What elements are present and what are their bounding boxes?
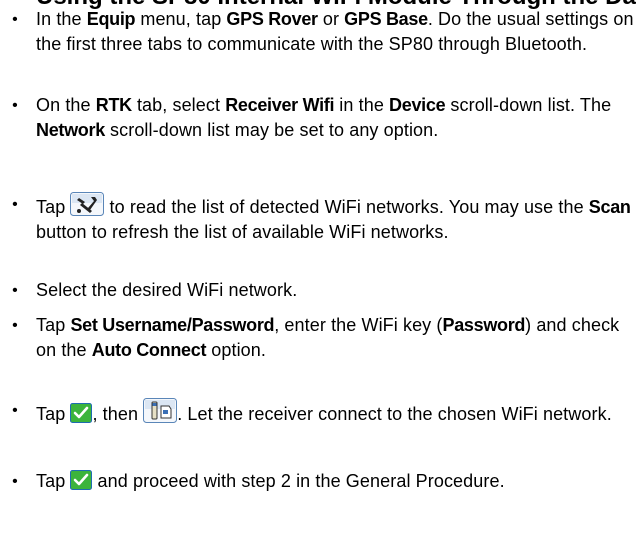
bullet-icon: •	[12, 282, 18, 299]
list-item: • In the Equip menu, tap GPS Rover or GP…	[0, 7, 636, 57]
list-item: • Tap , then . Let the receiver connect …	[0, 398, 636, 427]
green-checkmark-icon[interactable]	[70, 403, 93, 423]
list-item: • Select the desired WiFi network.	[0, 278, 636, 303]
list-item-text: In the Equip menu, tap GPS Rover or GPS …	[36, 9, 634, 54]
list-item: • Tap Set Username/Password, enter the W…	[0, 313, 636, 363]
green-checkmark-icon[interactable]	[70, 470, 93, 490]
receiver-connect-icon[interactable]	[143, 398, 178, 423]
document-page: Using the SP80 Internal WiFi Module Thro…	[0, 0, 636, 549]
list-item: • Tap and proceed with step 2 in the Gen…	[0, 469, 636, 494]
list-item-text: Tap to read the list of detected WiFi ne…	[36, 192, 636, 245]
bullet-icon: •	[12, 11, 18, 28]
list-item: • Tap to read the list of detected WiFi …	[0, 192, 636, 245]
list-item-text: On the RTK tab, select Receiver Wifi in …	[36, 95, 612, 140]
list-item-text: Tap , then . Let the receiver connect to…	[36, 398, 636, 427]
bullet-icon: •	[12, 97, 18, 114]
bullet-icon: •	[12, 317, 18, 334]
bullet-icon: •	[12, 402, 18, 419]
bullet-icon: •	[12, 196, 18, 213]
list-item-text: Tap and proceed with step 2 in the Gener…	[36, 470, 505, 491]
list-item-text: Tap Set Username/Password, enter the WiF…	[36, 315, 620, 360]
list-item: • On the RTK tab, select Receiver Wifi i…	[0, 93, 636, 143]
bullet-icon: •	[12, 473, 18, 490]
tools-icon[interactable]	[70, 192, 105, 216]
list-item-text: Select the desired WiFi network.	[36, 280, 298, 300]
